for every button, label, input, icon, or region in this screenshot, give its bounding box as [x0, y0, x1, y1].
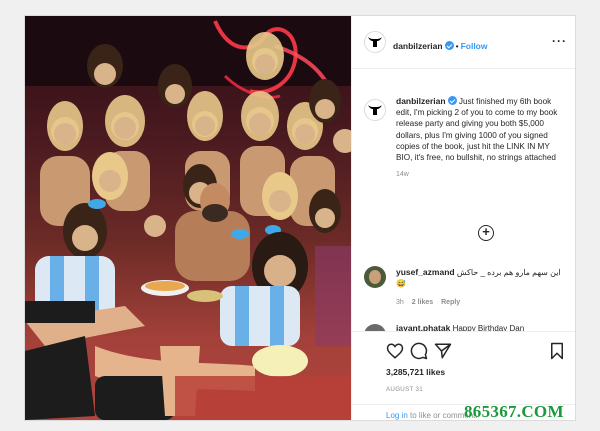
post-header: danbilzerian • Follow ···: [352, 16, 575, 69]
caption: danbilzerian Just finished my 6th book e…: [396, 96, 568, 180]
heart-icon[interactable]: [386, 342, 404, 360]
post-side-panel: danbilzerian • Follow ··· danbilzerian Jus…: [351, 16, 575, 420]
comment-1-meta: 3h 2 likes Reply: [396, 299, 460, 306]
party-photo-illustration: [25, 16, 351, 420]
header-user-line: danbilzerian • Follow: [393, 36, 488, 54]
header-username[interactable]: danbilzerian: [393, 41, 443, 51]
bull-logo-icon: [368, 105, 382, 115]
comment-avatar[interactable]: [364, 266, 386, 288]
caption-avatar[interactable]: [364, 99, 386, 121]
likes-count[interactable]: 3,285,721 likes: [386, 367, 445, 377]
caption-time[interactable]: 14w: [396, 169, 568, 180]
instagram-post: danbilzerian • Follow ··· danbilzerian Jus…: [24, 15, 576, 421]
follow-button[interactable]: Follow: [461, 41, 488, 51]
comment-icon[interactable]: [410, 342, 428, 360]
header-separator: •: [455, 41, 459, 51]
verified-badge-icon: [444, 41, 454, 50]
add-comment-icon[interactable]: +: [478, 225, 494, 241]
comment-1-likes[interactable]: 2 likes: [412, 299, 433, 306]
comment-1-reply[interactable]: Reply: [441, 299, 460, 306]
share-icon[interactable]: [434, 342, 452, 360]
caption-username[interactable]: danbilzerian: [396, 96, 446, 106]
comment-1: yusef_azmand این سهم مارو هم برده _ حاکش…: [396, 267, 568, 289]
avatar[interactable]: [364, 31, 386, 53]
comment-1-time[interactable]: 3h: [396, 299, 404, 306]
post-photo[interactable]: [25, 16, 351, 420]
verified-badge-icon: [447, 96, 457, 105]
bookmark-icon[interactable]: [548, 342, 566, 360]
login-link[interactable]: Log in: [386, 411, 408, 420]
bull-logo-icon: [368, 37, 382, 47]
post-date[interactable]: AUGUST 31: [386, 386, 423, 393]
comment-1-username[interactable]: yusef_azmand: [396, 267, 455, 277]
site-watermark: 865367.COM: [464, 402, 564, 421]
more-options-icon[interactable]: ···: [552, 34, 567, 48]
caption-text: Just finished my 6th book edit, I'm pick…: [396, 97, 558, 163]
